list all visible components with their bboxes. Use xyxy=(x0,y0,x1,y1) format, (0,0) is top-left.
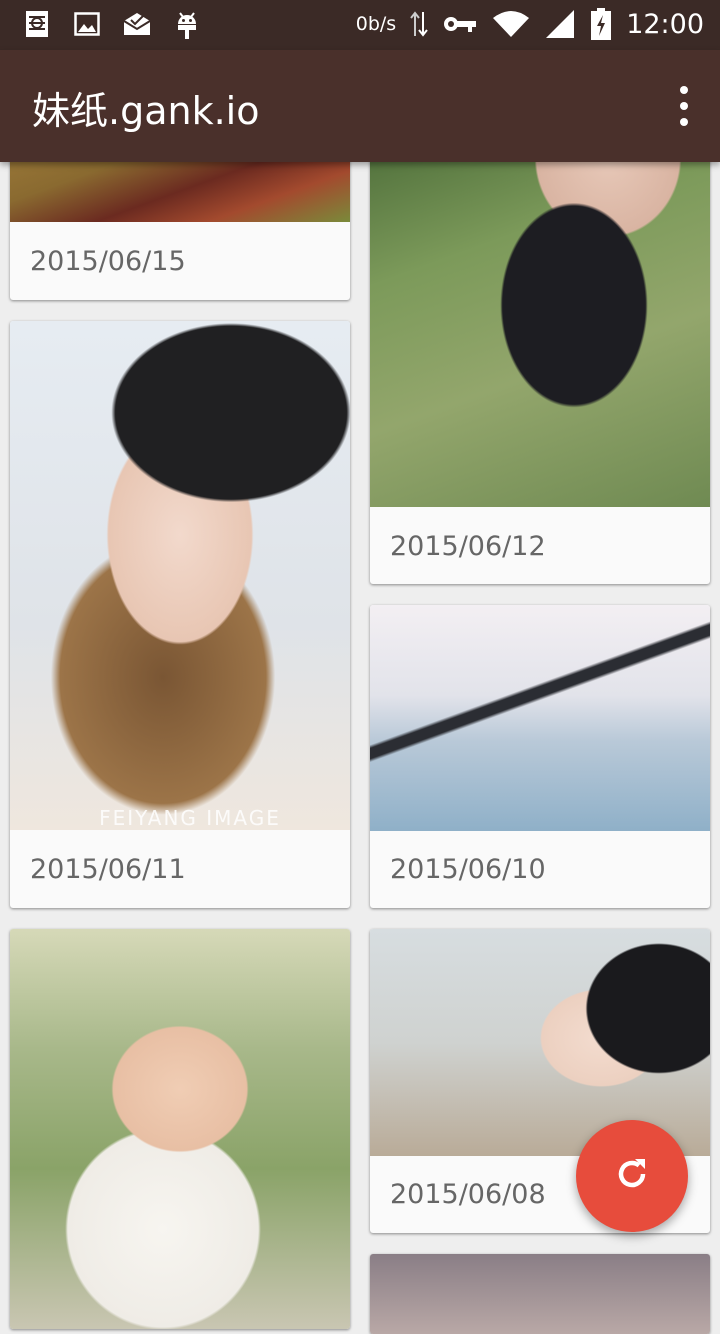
photo-image xyxy=(370,605,710,831)
photo-image xyxy=(370,1254,710,1334)
photo-watermark: FEIYANG IMAGE xyxy=(99,806,281,830)
battery-charging-icon xyxy=(590,8,612,40)
clock: 12:00 xyxy=(626,8,704,40)
photo-card[interactable] xyxy=(370,1254,710,1334)
photo-card[interactable]: 2015/06/10 xyxy=(370,605,710,908)
app-bar: 妹纸.gank.io xyxy=(0,50,720,162)
image-icon xyxy=(72,8,102,40)
more-vert-icon[interactable] xyxy=(672,86,696,126)
vpn-key-icon xyxy=(442,8,478,40)
refresh-button[interactable] xyxy=(576,1120,688,1232)
mail-icon xyxy=(122,8,152,40)
photo-card[interactable]: 2015/06/15 xyxy=(10,140,350,300)
signal-icon xyxy=(544,8,576,40)
photo-image xyxy=(10,929,350,1329)
photo-image xyxy=(370,140,710,507)
photo-date: 2015/06/08 xyxy=(390,1179,546,1210)
data-arrows-icon xyxy=(410,8,428,40)
app-notification-icon xyxy=(22,8,52,40)
photo-date: 2015/06/12 xyxy=(390,531,546,562)
photo-card[interactable] xyxy=(10,929,350,1329)
photo-card[interactable]: FEIYANG IMAGE 2015/06/11 xyxy=(10,321,350,908)
android-icon xyxy=(172,8,202,40)
app-title: 妹纸.gank.io xyxy=(32,89,260,133)
photo-date: 2015/06/15 xyxy=(30,246,186,277)
status-bar: 0b/s 12:00 xyxy=(0,0,720,50)
photo-image xyxy=(370,929,710,1156)
refresh-icon xyxy=(612,1154,652,1198)
photo-date: 2015/06/11 xyxy=(30,854,186,885)
network-speed: 0b/s xyxy=(355,13,397,35)
photo-date: 2015/06/10 xyxy=(390,854,546,885)
wifi-icon xyxy=(492,8,530,40)
photo-image: FEIYANG IMAGE xyxy=(10,321,350,830)
photo-card[interactable]: 2015/06/12 xyxy=(370,140,710,584)
